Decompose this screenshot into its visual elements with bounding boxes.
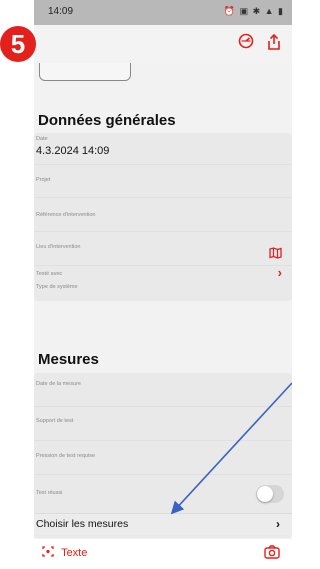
annotation-arrow bbox=[170, 382, 292, 515]
